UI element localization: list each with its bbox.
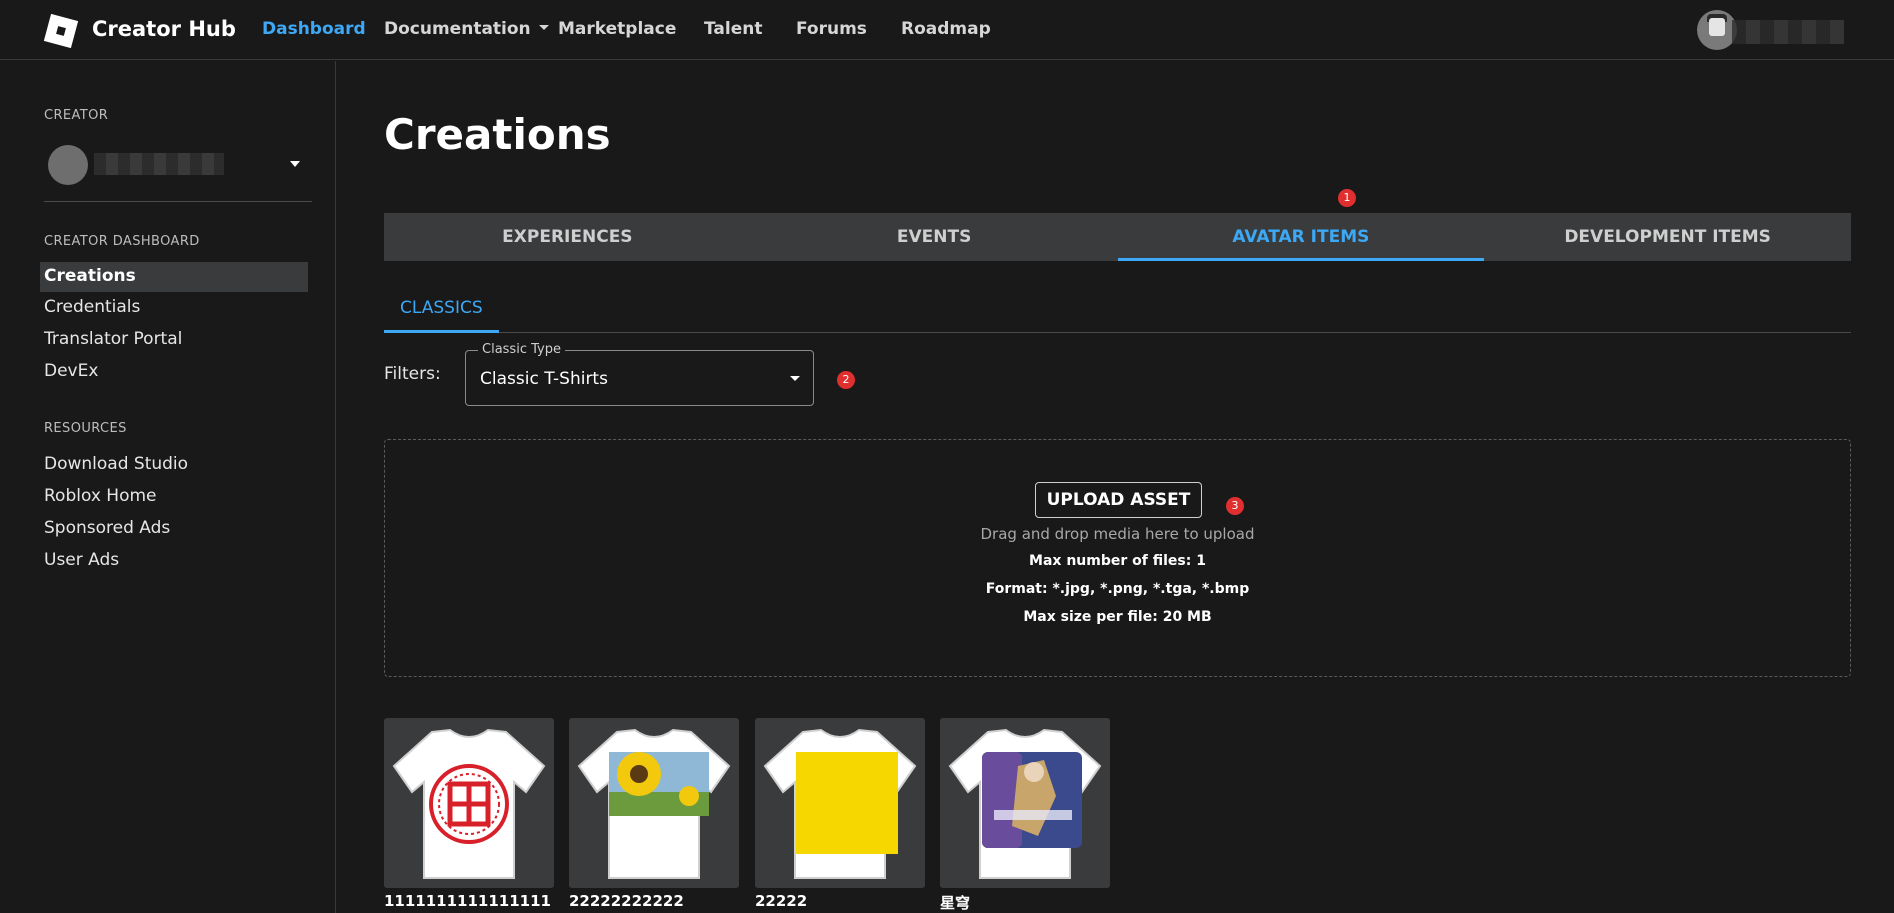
item-thumbnail[interactable] [384,718,554,888]
annotation-badge: 2 [837,371,855,389]
creation-item[interactable]: 22222222222 [569,718,739,910]
select-value: Classic T-Shirts [480,369,608,389]
sidebar-section-dashboard: CREATOR DASHBOARD [44,234,200,249]
sidebar-item-user-ads[interactable]: User Ads [40,546,308,576]
upload-dropzone[interactable]: UPLOAD ASSET Drag and drop media here to… [384,439,1851,677]
creator-selector[interactable] [44,143,312,185]
creator-avatar [48,145,88,185]
annotation-badge: 1 [1338,189,1356,207]
max-files-text: Max number of files: 1 [1029,553,1206,569]
sidebar-item-credentials[interactable]: Credentials [40,293,308,323]
top-nav-bar: Creator Hub Dashboard Documentation Mark… [0,0,1894,60]
user-name-redacted[interactable] [1732,20,1844,44]
nav-roadmap[interactable]: Roadmap [901,19,991,39]
page-title: Creations [384,110,611,159]
classic-type-select[interactable]: Classic Type Classic T-Shirts [465,342,814,406]
nav-marketplace[interactable]: Marketplace [558,19,676,39]
sidebar-item-roblox-home[interactable]: Roblox Home [40,482,308,512]
sidebar: CREATOR CREATOR DASHBOARD Creations Cred… [0,61,336,913]
subtab-bar: CLASSICS [384,287,1851,333]
creation-tabs: EXPERIENCES EVENTS AVATAR ITEMS DEVELOPM… [384,213,1851,261]
item-name[interactable]: 22222 [755,892,925,910]
creation-item[interactable]: 22222 [755,718,925,910]
annotation-badge: 3 [1226,497,1244,515]
tab-events[interactable]: EVENTS [751,213,1118,261]
nav-documentation-label: Documentation [384,19,531,39]
nav-talent[interactable]: Talent [704,19,762,39]
creator-name-redacted [94,153,224,175]
tshirt-anime-art-icon [948,728,1102,879]
caret-down-icon [790,376,800,381]
tshirt-yellow-square-icon [763,728,917,879]
sidebar-item-download-studio[interactable]: Download Studio [40,450,308,480]
max-size-text: Max size per file: 20 MB [1023,609,1212,625]
sidebar-section-creator: CREATOR [44,108,109,123]
tab-experiences[interactable]: EXPERIENCES [384,213,751,261]
caret-down-icon [538,24,549,30]
tshirt-sunflower-icon [577,728,731,879]
roblox-logo-icon[interactable] [43,13,79,49]
item-thumbnail[interactable] [940,718,1110,888]
item-name[interactable]: 1111111111111111 [384,892,554,910]
brand-title[interactable]: Creator Hub [92,17,236,41]
filters-label: Filters: [384,364,441,384]
creation-item[interactable]: 1111111111111111 [384,718,554,910]
upload-asset-button[interactable]: UPLOAD ASSET [1035,482,1202,518]
sidebar-section-resources: RESOURCES [44,421,127,436]
sidebar-item-creations[interactable]: Creations [40,262,308,292]
format-text: Format: *.jpg, *.png, *.tga, *.bmp [985,581,1250,597]
item-thumbnail[interactable] [755,718,925,888]
caret-down-icon [290,161,300,167]
nav-documentation[interactable]: Documentation [384,19,549,39]
sidebar-item-translator-portal[interactable]: Translator Portal [40,325,308,355]
sidebar-item-sponsored-ads[interactable]: Sponsored Ads [40,514,308,544]
tshirt-fu-character-icon [392,728,546,879]
user-avatar[interactable] [1697,10,1737,50]
drop-hint: Drag and drop media here to upload [980,525,1255,543]
item-thumbnail[interactable] [569,718,739,888]
sidebar-item-devex[interactable]: DevEx [40,357,308,387]
select-legend: Classic Type [478,342,565,357]
tab-development-items[interactable]: DEVELOPMENT ITEMS [1484,213,1851,261]
item-name[interactable]: 22222222222 [569,892,739,910]
creation-item[interactable]: 星穹 [940,718,1110,913]
nav-forums[interactable]: Forums [796,19,867,39]
tab-avatar-items[interactable]: AVATAR ITEMS [1117,213,1485,261]
item-name[interactable]: 星穹 [940,892,1110,913]
sidebar-divider [44,201,312,202]
nav-dashboard[interactable]: Dashboard [262,19,366,39]
subtab-classics[interactable]: CLASSICS [384,287,499,333]
